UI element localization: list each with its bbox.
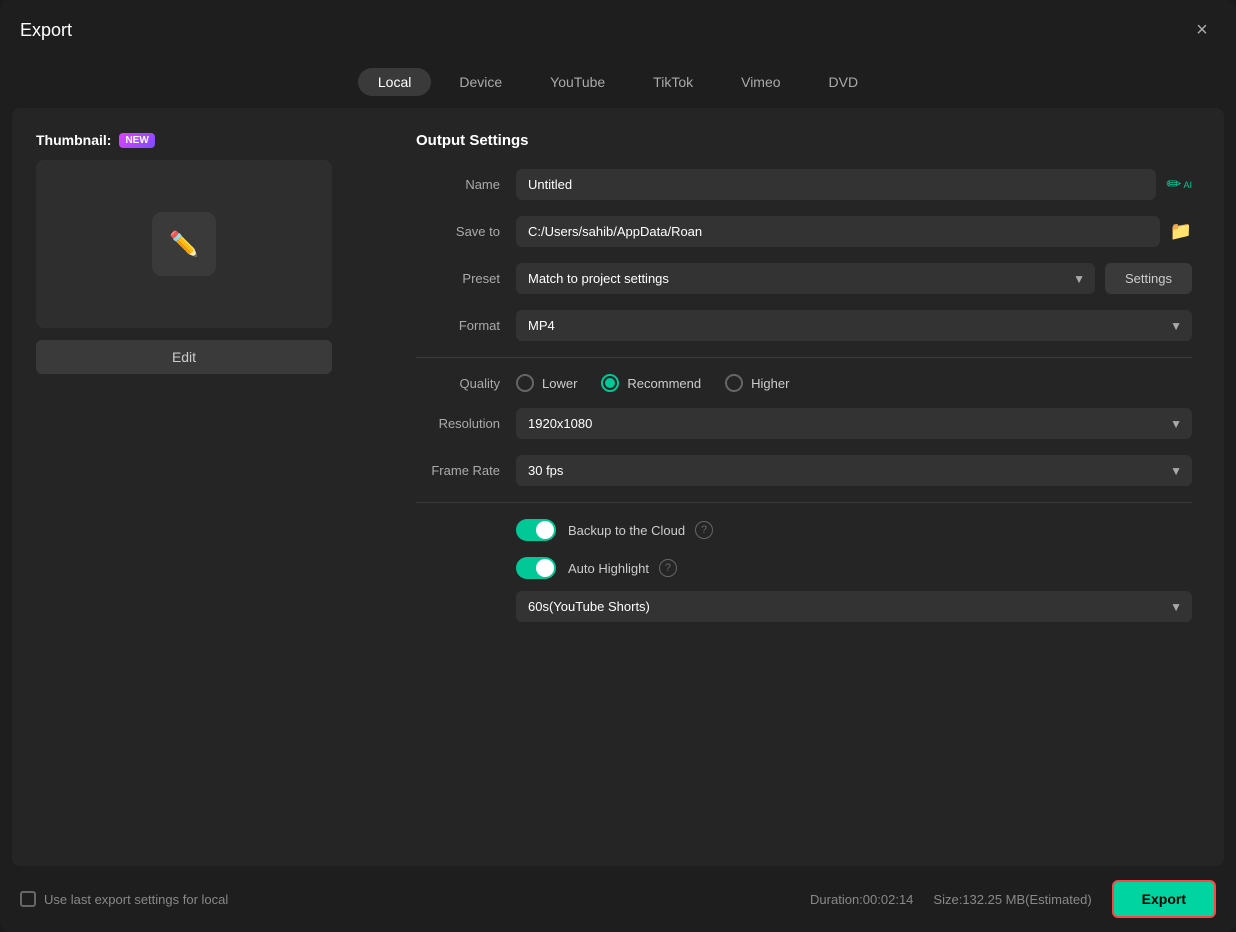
backup-toggle-label: Backup to the Cloud: [568, 523, 685, 538]
size-info: Size:132.25 MB(Estimated): [933, 892, 1091, 907]
footer-right: Duration:00:02:14 Size:132.25 MB(Estimat…: [810, 880, 1216, 918]
quality-lower-radio[interactable]: [516, 374, 534, 392]
save-to-row: Save to 📁: [416, 216, 1192, 247]
checkbox-wrap: Use last export settings for local: [20, 891, 228, 907]
frame-rate-select-wrap: 30 fps ▼: [516, 455, 1192, 486]
new-badge: NEW: [119, 133, 154, 148]
tab-device[interactable]: Device: [439, 68, 522, 96]
tab-local[interactable]: Local: [358, 68, 431, 96]
duration-info: Duration:00:02:14: [810, 892, 913, 907]
tab-youtube[interactable]: YouTube: [530, 68, 625, 96]
auto-highlight-label-area: Auto Highlight ?: [568, 559, 677, 577]
frame-rate-label: Frame Rate: [416, 463, 516, 478]
shorts-row: 60s(YouTube Shorts) ▼: [416, 591, 1192, 622]
format-control-area: MP4 ▼: [516, 310, 1192, 341]
ai-icon[interactable]: ✏AI: [1166, 174, 1192, 195]
folder-icon[interactable]: 📁: [1170, 221, 1192, 242]
quality-label: Quality: [416, 376, 516, 391]
auto-highlight-toggle-thumb: [536, 559, 554, 577]
close-button[interactable]: ×: [1188, 16, 1216, 44]
quality-recommend-radio[interactable]: [601, 374, 619, 392]
save-to-label: Save to: [416, 224, 516, 239]
export-button[interactable]: Export: [1112, 880, 1216, 918]
format-row: Format MP4 ▼: [416, 310, 1192, 341]
tab-vimeo[interactable]: Vimeo: [721, 68, 800, 96]
auto-highlight-toggle-row: Auto Highlight ?: [416, 557, 1192, 579]
backup-toggle[interactable]: [516, 519, 556, 541]
auto-highlight-help-icon[interactable]: ?: [659, 559, 677, 577]
tab-tiktok[interactable]: TikTok: [633, 68, 713, 96]
duration-value: 00:02:14: [863, 892, 914, 907]
preset-select-wrap: Match to project settings ▼: [516, 263, 1095, 294]
settings-button[interactable]: Settings: [1105, 263, 1192, 294]
resolution-select[interactable]: 1920x1080: [516, 408, 1192, 439]
format-select-wrap: MP4 ▼: [516, 310, 1192, 341]
resolution-control-area: 1920x1080 ▼: [516, 408, 1192, 439]
shorts-select-wrap: 60s(YouTube Shorts) ▼: [516, 591, 1192, 622]
ai-pencil: ✏: [1166, 174, 1181, 195]
export-dialog: Export × Local Device YouTube TikTok Vim…: [0, 0, 1236, 932]
backup-label-area: Backup to the Cloud ?: [568, 521, 713, 539]
dialog-footer: Use last export settings for local Durat…: [0, 866, 1236, 932]
divider-2: [416, 502, 1192, 503]
auto-highlight-toggle-label: Auto Highlight: [568, 561, 649, 576]
thumbnail-preview: ✏️: [36, 160, 332, 328]
resolution-select-wrap: 1920x1080 ▼: [516, 408, 1192, 439]
quality-radio-group: Lower Recommend Higher: [516, 374, 789, 392]
tab-dvd[interactable]: DVD: [809, 68, 879, 96]
save-to-input[interactable]: [516, 216, 1160, 247]
tabs-bar: Local Device YouTube TikTok Vimeo DVD: [0, 60, 1236, 108]
name-label: Name: [416, 177, 516, 192]
quality-row: Quality Lower Recommend Higher: [416, 374, 1192, 392]
footer-left: Use last export settings for local: [20, 891, 228, 907]
content-area: Thumbnail: NEW ✏️ Edit Output Settings N…: [12, 108, 1224, 866]
last-settings-checkbox[interactable]: [20, 891, 36, 907]
preset-row: Preset Match to project settings ▼ Setti…: [416, 263, 1192, 294]
dialog-title: Export: [20, 20, 72, 41]
frame-rate-control-area: 30 fps ▼: [516, 455, 1192, 486]
quality-higher-radio[interactable]: [725, 374, 743, 392]
quality-lower[interactable]: Lower: [516, 374, 577, 392]
preset-control-area: Match to project settings ▼ Settings: [516, 263, 1192, 294]
duration-label: Duration:: [810, 892, 863, 907]
shorts-select[interactable]: 60s(YouTube Shorts): [516, 591, 1192, 622]
divider-1: [416, 357, 1192, 358]
save-to-control-area: 📁: [516, 216, 1192, 247]
format-select[interactable]: MP4: [516, 310, 1192, 341]
last-settings-label: Use last export settings for local: [44, 892, 228, 907]
backup-toggle-thumb: [536, 521, 554, 539]
thumbnail-label-text: Thumbnail:: [36, 132, 111, 148]
quality-recommend-label: Recommend: [627, 376, 701, 391]
resolution-label: Resolution: [416, 416, 516, 431]
size-value: 132.25 MB(Estimated): [962, 892, 1091, 907]
name-input[interactable]: [516, 169, 1156, 200]
backup-toggle-row: Backup to the Cloud ?: [416, 519, 1192, 541]
resolution-row: Resolution 1920x1080 ▼: [416, 408, 1192, 439]
quality-higher[interactable]: Higher: [725, 374, 789, 392]
left-panel: Thumbnail: NEW ✏️ Edit: [12, 108, 392, 866]
frame-rate-select[interactable]: 30 fps: [516, 455, 1192, 486]
quality-lower-label: Lower: [542, 376, 577, 391]
format-label: Format: [416, 318, 516, 333]
pencil-icon: ✏️: [169, 230, 199, 259]
right-panel: Output Settings Name ✏AI Save to 📁: [392, 108, 1224, 866]
quality-recommend[interactable]: Recommend: [601, 374, 701, 392]
thumbnail-icon-wrap: ✏️: [152, 212, 216, 276]
preset-select[interactable]: Match to project settings: [516, 263, 1095, 294]
dialog-header: Export ×: [0, 0, 1236, 60]
name-row: Name ✏AI: [416, 169, 1192, 200]
section-title: Output Settings: [416, 132, 1192, 149]
thumbnail-label: Thumbnail: NEW: [36, 132, 368, 148]
backup-help-icon[interactable]: ?: [695, 521, 713, 539]
preset-label: Preset: [416, 271, 516, 286]
frame-rate-row: Frame Rate 30 fps ▼: [416, 455, 1192, 486]
edit-button[interactable]: Edit: [36, 340, 332, 374]
size-label: Size:: [933, 892, 962, 907]
auto-highlight-toggle[interactable]: [516, 557, 556, 579]
name-control-area: ✏AI: [516, 169, 1192, 200]
quality-higher-label: Higher: [751, 376, 789, 391]
